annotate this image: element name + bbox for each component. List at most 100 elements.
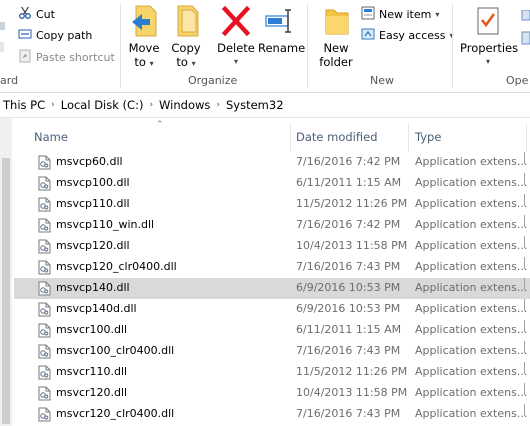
copy-to-icon [170,5,202,41]
open-partial-icon[interactable] [520,9,530,60]
move-to-button[interactable]: Move to ▾ [126,4,162,71]
cut-button[interactable]: Cut [18,4,55,24]
file-date-modified: 6/11/2011 1:15 AM [296,323,402,336]
file-type: Application extens... [415,386,528,399]
column-type-header[interactable]: Type [415,130,441,144]
dll-file-icon [38,365,51,383]
dll-file-icon [38,197,51,215]
nav-pane-scrollbar[interactable] [0,118,12,426]
file-date-modified: 10/4/2013 11:58 PM [296,239,408,252]
new-folder-label-2: folder [319,55,353,69]
paste-partial-icon[interactable] [0,8,6,58]
address-bar[interactable]: This PC › Local Disk (C:) › Windows › Sy… [0,93,530,118]
column-name-header[interactable]: Name [34,130,68,144]
organize-group-label: Organize [188,74,238,87]
file-name[interactable]: msvcp100.dll [56,176,130,189]
chevron-down-icon: ▾ [149,59,154,68]
file-date-modified: 7/16/2016 7:43 PM [296,407,401,420]
table-row[interactable]: msvcr100.dll 6/11/2011 1:15 AM Application… [14,320,530,341]
dll-file-icon [38,344,51,362]
file-name[interactable]: msvcr110.dll [56,365,127,378]
file-date-modified: 6/11/2011 1:15 AM [296,176,402,189]
column-date-header[interactable]: Date modified [296,130,378,144]
file-name[interactable]: msvcr100.dll [56,323,127,336]
move-to-label: Move [128,41,160,55]
file-name[interactable]: msvcr120.dll [56,386,127,399]
clipboard-group-label: ard [0,74,19,87]
file-name[interactable]: msvcp110.dll [56,197,130,210]
dll-file-icon [38,302,51,320]
dll-file-icon [38,260,51,278]
chevron-right-icon[interactable]: › [146,100,156,110]
file-date-modified: 7/16/2016 7:43 PM [296,260,401,273]
rename-button[interactable]: Rename [258,4,305,55]
easy-access-icon [361,27,375,44]
cut-label: Cut [36,7,55,21]
dll-file-icon [38,176,51,194]
table-row[interactable]: msvcr120_clr0400.dll 7/16/2016 7:43 PM App… [14,404,530,425]
properties-button[interactable]: Properties ▾ [460,4,518,69]
table-row[interactable]: msvcp120.dll 10/4/2013 11:58 PM Applicatio… [14,236,530,257]
file-name[interactable]: msvcr120_clr0400.dll [56,407,174,420]
move-to-label-2: to [134,55,146,69]
chevron-right-icon[interactable]: › [213,100,223,110]
file-type: Application extens... [415,344,528,357]
ribbon-separator [452,4,453,88]
table-row[interactable]: msvcr100_clr0400.dll 7/16/2016 7:43 PM App… [14,341,530,362]
chevron-down-icon: ▾ [435,9,440,19]
paste-shortcut-button[interactable]: Paste shortcut [18,47,115,67]
table-row[interactable]: msvcr120.dll 10/4/2013 11:58 PM Applicatio… [14,383,530,404]
column-divider[interactable] [408,124,409,152]
file-name[interactable]: msvcp110_win.dll [56,218,154,231]
file-type: Application extens... [415,281,528,294]
table-row[interactable]: msvcp140d.dll 6/9/2016 10:53 PM Applicatio… [14,299,530,320]
file-date-modified: 11/5/2012 11:26 PM [296,197,408,210]
rename-icon [264,9,296,41]
new-folder-label: New [323,41,349,55]
table-row[interactable]: msvcr110.dll 11/5/2012 11:26 PM Applicatio… [14,362,530,383]
file-name[interactable]: msvcp140.dll [56,281,130,294]
breadcrumb-windows[interactable]: Windows [156,98,213,112]
table-row[interactable]: msvcp120_clr0400.dll 7/16/2016 7:43 PM App… [14,257,530,278]
delete-icon [220,5,252,41]
file-name[interactable]: msvcp120_clr0400.dll [56,260,177,273]
dll-file-icon [38,155,51,173]
scrollbar-thumb[interactable] [2,158,10,424]
dll-file-icon [38,386,51,404]
paste-shortcut-icon [18,49,32,66]
new-folder-icon [320,9,352,41]
file-name[interactable]: msvcp60.dll [56,155,123,168]
chevron-right-icon[interactable]: › [48,100,58,110]
file-date-modified: 7/16/2016 7:42 PM [296,155,401,168]
delete-button[interactable]: Delete ▾ [216,4,256,69]
table-row[interactable]: msvcp110.dll 11/5/2012 11:26 PM Applicatio… [14,194,530,215]
chevron-down-icon: ▾ [233,57,238,66]
file-type: Application extens... [415,218,528,231]
table-row[interactable]: msvcp100.dll 6/11/2011 1:15 AM Application… [14,173,530,194]
new-item-button[interactable]: New item ▾ [361,4,439,24]
breadcrumb-this-pc[interactable]: This PC [0,98,48,112]
file-date-modified: 6/9/2016 10:53 PM [296,281,401,294]
file-name[interactable]: msvcr100_clr0400.dll [56,344,174,357]
column-header: ⌃ Name Date modified Type [14,120,530,152]
easy-access-button[interactable]: Easy access ▾ [361,25,454,45]
column-divider[interactable] [526,124,527,152]
copy-to-button[interactable]: Copy to ▾ [168,4,204,71]
sort-ascending-icon: ⌃ [156,120,164,130]
table-row[interactable]: msvcp110_win.dll 7/16/2016 7:42 PM Applica… [14,215,530,236]
copy-path-button[interactable]: Copy path [18,25,92,45]
table-row[interactable]: msvcp60.dll 7/16/2016 7:42 PM Application … [14,152,530,173]
table-row[interactable]: msvcp140.dll 6/9/2016 10:53 PM Application… [14,278,530,299]
breadcrumb-system32[interactable]: System32 [223,98,287,112]
file-name[interactable]: msvcp140d.dll [56,302,137,315]
dll-file-icon [38,281,51,299]
column-divider[interactable] [290,124,291,152]
copy-to-label-2: to [176,55,188,69]
breadcrumb-local-disk[interactable]: Local Disk (C:) [58,98,147,112]
copy-path-label: Copy path [36,28,93,42]
scissors-icon [18,6,32,23]
new-folder-button[interactable]: New folder [316,4,356,69]
file-type: Application extens... [415,407,528,420]
ribbon-separator [307,4,308,88]
file-name[interactable]: msvcp120.dll [56,239,130,252]
